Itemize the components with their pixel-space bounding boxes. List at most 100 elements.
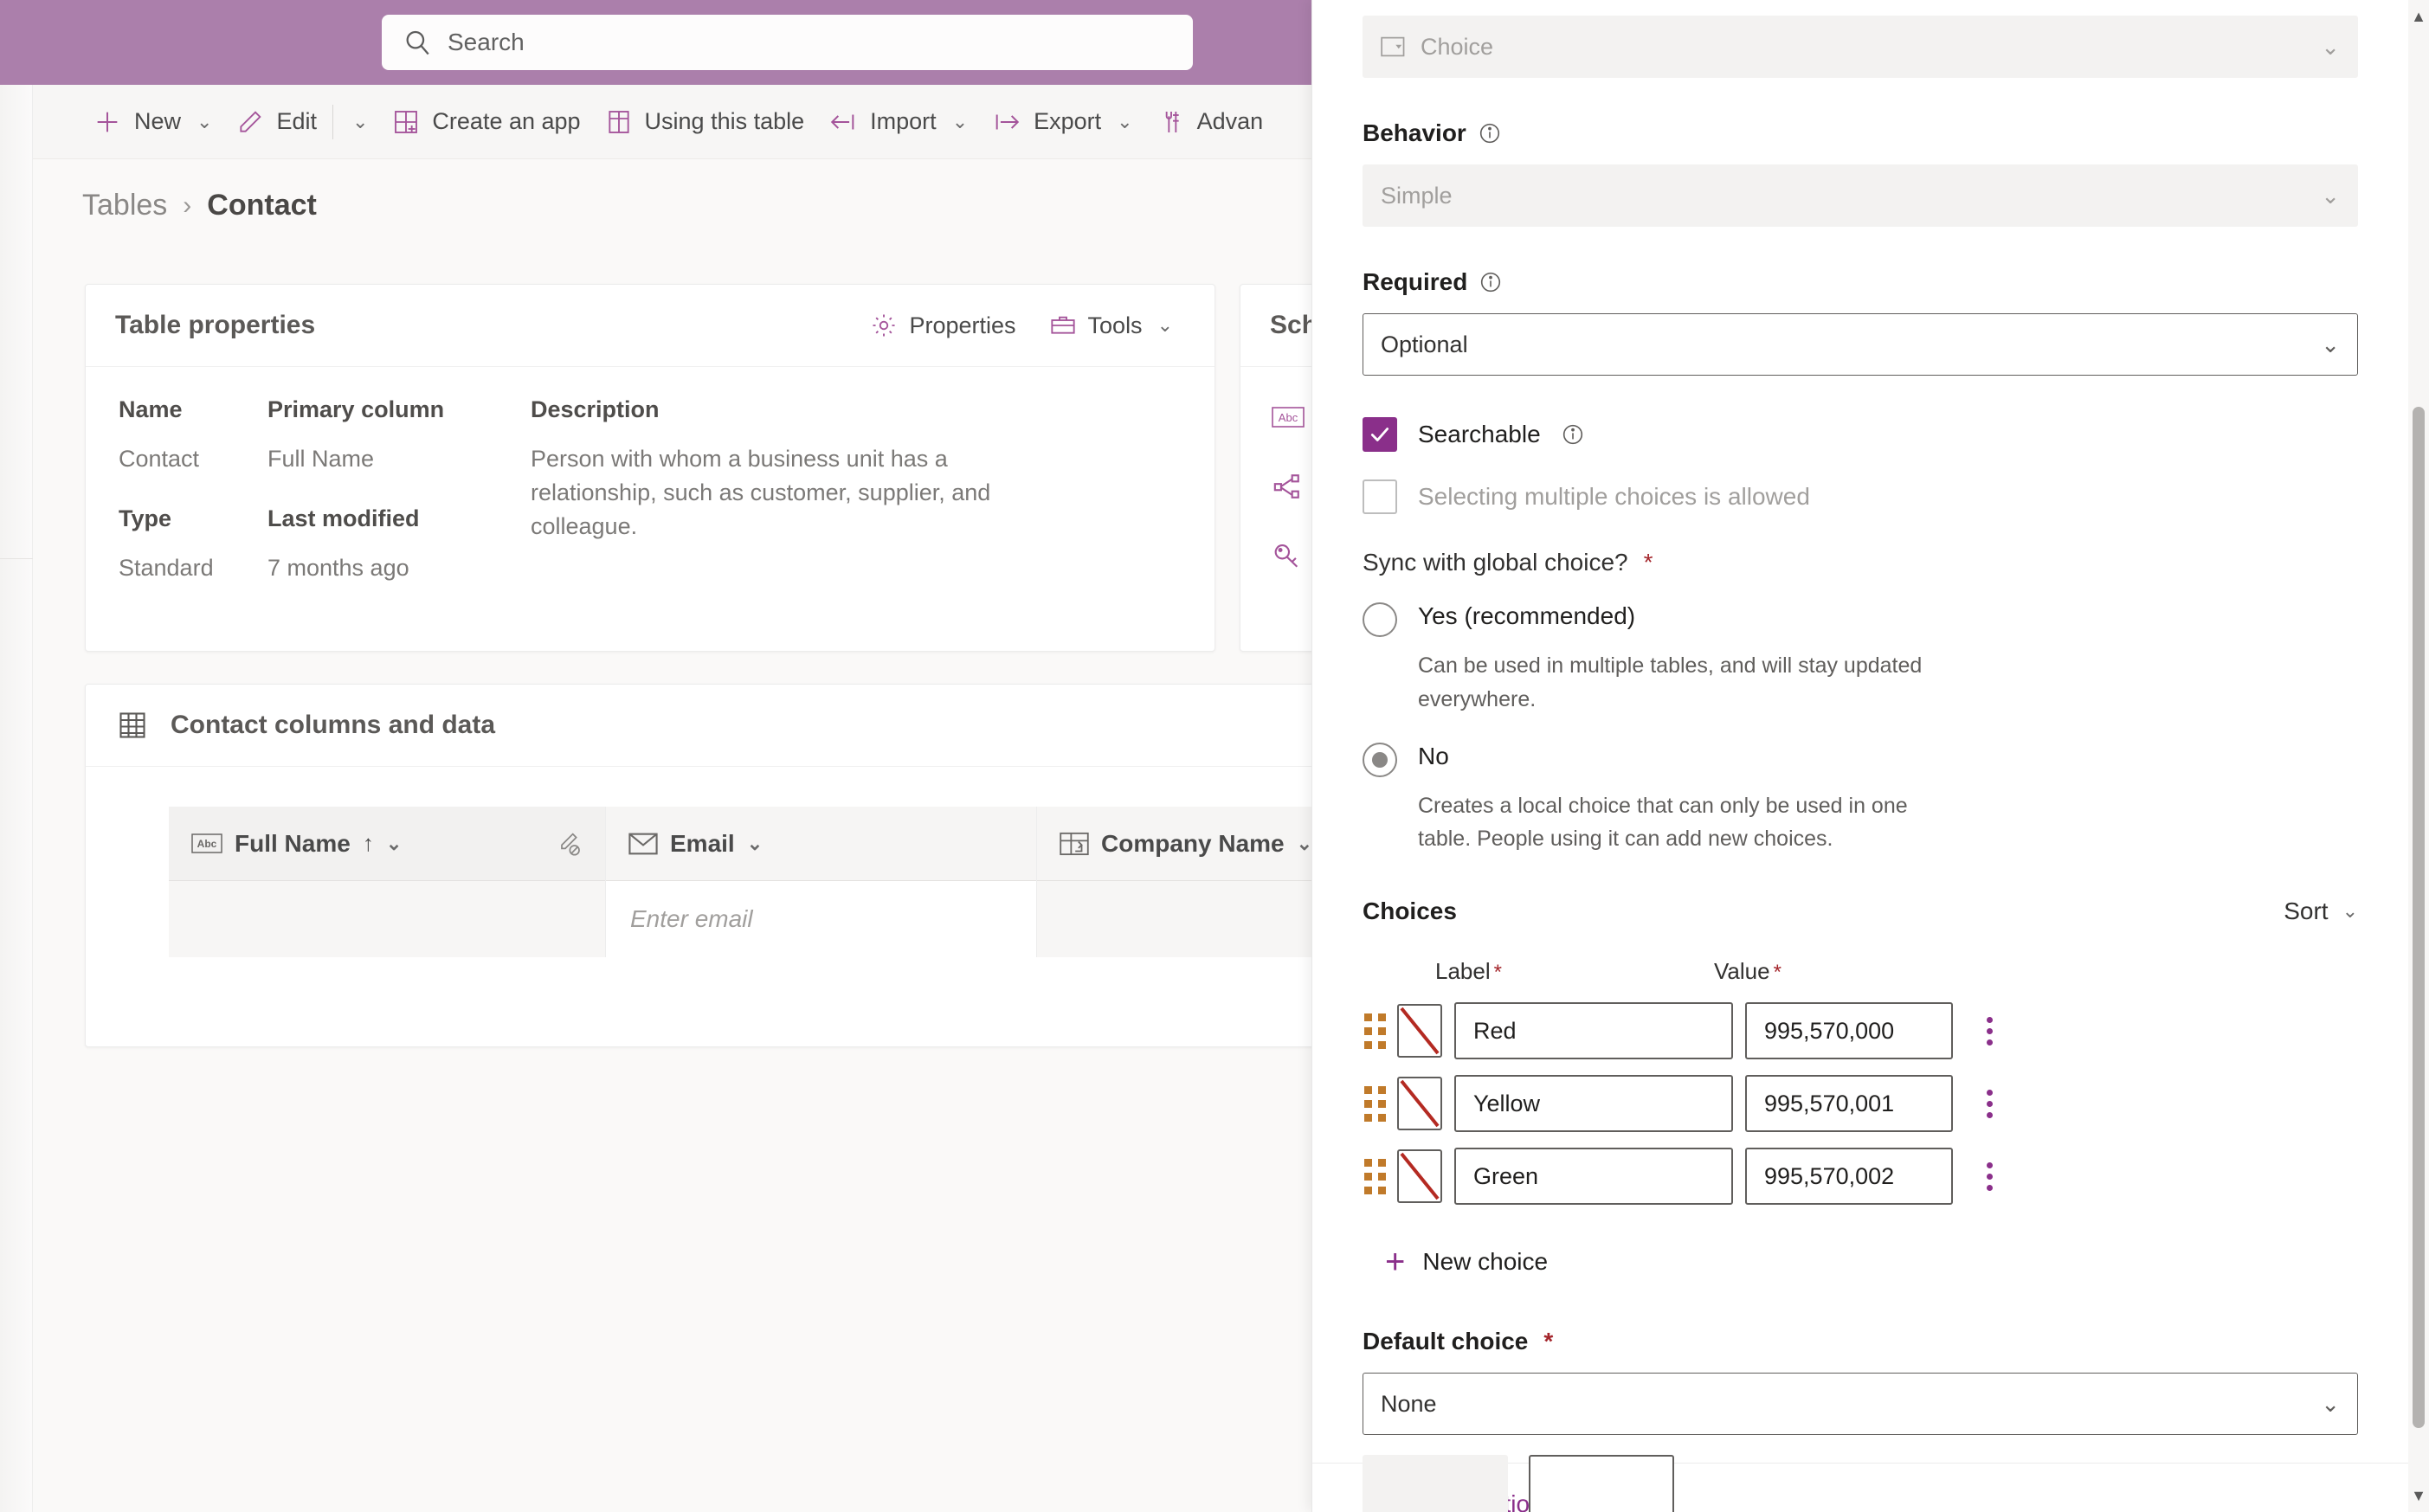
chevron-down-icon[interactable]: ⌄ [747, 833, 763, 855]
svg-text:Abc: Abc [1279, 411, 1298, 424]
table-layout-icon [605, 108, 633, 136]
radio-row-no[interactable]: No [1363, 742, 2358, 777]
choice-row: Red 995,570,000 [1363, 1002, 2358, 1059]
choice-value-input[interactable]: 995,570,001 [1745, 1075, 1953, 1132]
checkbox-checked-icon[interactable] [1363, 417, 1397, 452]
default-choice-label-text: Default choice [1363, 1328, 1529, 1354]
required-dropdown[interactable]: Optional ⌄ [1363, 313, 2358, 376]
properties-button[interactable]: Properties [858, 302, 1028, 349]
properties-col-3: Description Person with whom a business … [531, 396, 1015, 614]
checkbox-unchecked-icon[interactable] [1363, 479, 1397, 514]
chevron-down-icon[interactable]: ⌄ [2321, 183, 2340, 209]
choice-label-input[interactable]: Yellow [1454, 1075, 1733, 1132]
no-color-icon[interactable] [1397, 1077, 1442, 1130]
choices-column-headers: Label * Value * [1363, 958, 2358, 985]
command-divider [332, 104, 333, 139]
chevron-down-icon[interactable]: ⌄ [1297, 833, 1312, 855]
sync-option-yes-label: Yes (recommended) [1418, 602, 1636, 629]
chevron-down-icon[interactable]: ⌄ [2342, 900, 2358, 923]
chevron-down-icon[interactable]: ⌄ [1117, 111, 1132, 133]
export-button[interactable]: Export ⌄ [980, 95, 1144, 149]
scroll-down-arrow-icon[interactable]: ▼ [2408, 1483, 2429, 1509]
edit-dropdown-button[interactable]: ⌄ [337, 95, 380, 149]
sync-global-choice-label: Sync with global choice? * [1363, 549, 2358, 576]
scrollbar-thumb[interactable] [2413, 407, 2425, 1428]
no-color-icon[interactable] [1397, 1004, 1442, 1058]
radio-selected-icon[interactable] [1363, 742, 1397, 777]
behavior-label-text: Behavior [1363, 119, 1466, 146]
new-button-label: New [134, 108, 182, 134]
chevron-down-icon[interactable]: ⌄ [2321, 1391, 2340, 1418]
choices-title: Choices [1363, 898, 1457, 924]
drag-handle-icon[interactable] [1363, 1158, 1387, 1194]
default-choice-dropdown[interactable]: None ⌄ [1363, 1373, 2358, 1435]
sort-ascending-icon[interactable]: ↑ [363, 830, 374, 857]
drag-handle-icon[interactable] [1363, 1085, 1387, 1122]
columns-and-data-title: Contact columns and data [171, 711, 496, 739]
sync-option-yes[interactable]: Yes (recommended) Can be used in multipl… [1363, 602, 2358, 717]
info-icon[interactable] [1562, 423, 1584, 446]
choices-section: Choices Sort ⌄ Label * Value * Red 995,5… [1312, 898, 2408, 1279]
cancel-button[interactable] [1529, 1455, 1674, 1512]
info-icon[interactable] [1479, 271, 1502, 293]
choices-label-header: Label * [1435, 958, 1714, 985]
radio-row-yes[interactable]: Yes (recommended) [1363, 602, 2358, 637]
primary-column-label: Primary column [267, 396, 445, 422]
chevron-down-icon[interactable]: ⌄ [197, 111, 212, 133]
choices-value-header-text: Value [1714, 958, 1770, 984]
svg-text:Abc: Abc [197, 838, 217, 850]
drag-handle-icon[interactable] [1363, 1013, 1387, 1049]
abc-columns-icon: Abc [1272, 405, 1306, 429]
plus-icon: + [1385, 1243, 1406, 1281]
data-type-dropdown[interactable]: Choice ⌄ [1363, 16, 2358, 78]
scroll-up-arrow-icon[interactable]: ▲ [2408, 3, 2429, 29]
column-header-full-name[interactable]: Abc Full Name ↑ ⌄ [169, 807, 605, 881]
no-color-icon[interactable] [1397, 1149, 1442, 1203]
new-choice-button[interactable]: + New choice [1363, 1245, 2358, 1279]
more-options-icon[interactable] [1972, 1089, 2007, 1118]
choice-value-input[interactable]: 995,570,002 [1745, 1148, 1953, 1205]
chevron-down-icon[interactable]: ⌄ [952, 111, 968, 133]
sort-button-label: Sort [2284, 898, 2329, 924]
choice-value-input[interactable]: 995,570,000 [1745, 1002, 1953, 1059]
radio-unselected-icon[interactable] [1363, 602, 1397, 637]
sync-option-no[interactable]: No Creates a local choice that can only … [1363, 742, 2358, 857]
save-button[interactable] [1363, 1455, 1508, 1512]
using-this-table-button[interactable]: Using this table [593, 95, 817, 149]
breadcrumb-parent-link[interactable]: Tables [82, 189, 167, 222]
chevron-down-icon[interactable]: ⌄ [2321, 331, 2340, 358]
info-icon[interactable] [1479, 122, 1501, 145]
import-button[interactable]: Import ⌄ [816, 95, 980, 149]
column-header-email[interactable]: Email ⌄ [606, 807, 1036, 881]
choice-label-input[interactable]: Green [1454, 1148, 1733, 1205]
behavior-value: Simple [1381, 182, 1453, 209]
behavior-dropdown[interactable]: Simple ⌄ [1363, 164, 2358, 227]
left-nav-rail[interactable] [0, 85, 33, 1512]
searchable-checkbox-row[interactable]: Searchable [1363, 417, 2358, 452]
create-an-app-button[interactable]: Create an app [380, 95, 592, 149]
search-box[interactable]: Search [382, 15, 1193, 70]
grid-cell-email[interactable]: Enter email [606, 881, 1036, 957]
rail-divider [0, 558, 33, 559]
advanced-button[interactable]: Advan [1145, 95, 1276, 149]
tools-button[interactable]: Tools ⌄ [1037, 302, 1185, 349]
chevron-down-icon[interactable]: ⌄ [352, 111, 368, 133]
tools-button-label: Tools [1087, 312, 1143, 338]
panel-scrollbar[interactable]: ▲ ▼ [2408, 0, 2429, 1512]
chevron-down-icon[interactable]: ⌄ [2321, 34, 2340, 61]
sort-button[interactable]: Sort ⌄ [2284, 898, 2358, 925]
more-options-icon[interactable] [1972, 1161, 2007, 1191]
properties-col-2: Primary column Full Name Last modified 7… [267, 396, 531, 614]
new-button[interactable]: New ⌄ [81, 95, 224, 149]
edit-button[interactable]: Edit [224, 95, 329, 149]
multi-select-checkbox-row[interactable]: Selecting multiple choices is allowed [1363, 479, 2358, 514]
choice-row: Yellow 995,570,001 [1363, 1075, 2358, 1132]
chevron-down-icon[interactable]: ⌄ [386, 833, 402, 855]
choice-label-input[interactable]: Red [1454, 1002, 1733, 1059]
more-options-icon[interactable] [1972, 1016, 2007, 1046]
pencil-icon [236, 108, 264, 136]
chevron-down-icon[interactable]: ⌄ [1157, 314, 1173, 337]
grid-cell-full-name[interactable] [169, 881, 605, 957]
required-asterisk: * [1643, 549, 1653, 576]
edit-button-label: Edit [276, 108, 317, 134]
